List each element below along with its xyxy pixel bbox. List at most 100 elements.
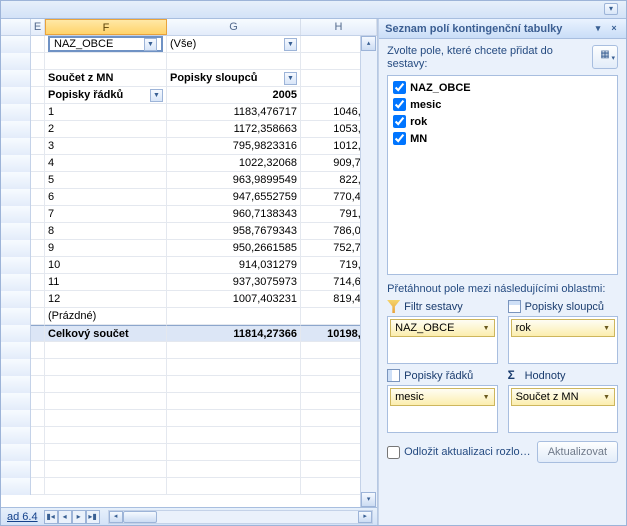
- cell[interactable]: [45, 53, 167, 70]
- zone-row-labels[interactable]: Popisky řádků mesic▼: [387, 368, 497, 433]
- cell[interactable]: [31, 121, 45, 138]
- field-checkbox[interactable]: [393, 115, 406, 128]
- cell[interactable]: 1: [45, 104, 167, 121]
- cell[interactable]: [167, 308, 301, 325]
- cell[interactable]: 9: [45, 240, 167, 257]
- cell[interactable]: 914,031279: [167, 257, 301, 274]
- zone-column-labels[interactable]: Popisky sloupců rok▼: [508, 299, 618, 364]
- cell[interactable]: [31, 410, 45, 427]
- cell[interactable]: [31, 223, 45, 240]
- cell[interactable]: 7: [45, 206, 167, 223]
- cell[interactable]: 1172,358663: [167, 121, 301, 138]
- cell[interactable]: Součet z MN: [45, 70, 167, 87]
- cell[interactable]: 5: [45, 172, 167, 189]
- field-checkbox[interactable]: [393, 81, 406, 94]
- cell[interactable]: 1022,32068: [167, 155, 301, 172]
- cell[interactable]: 1007,403231: [167, 291, 301, 308]
- spreadsheet-grid[interactable]: NAZ_OBCE▼(Vše)▼Součet z MNPopisky sloupc…: [1, 36, 377, 507]
- cell[interactable]: [31, 240, 45, 257]
- cell[interactable]: [167, 410, 301, 427]
- cell[interactable]: [31, 444, 45, 461]
- chip-vals[interactable]: Součet z MN▼: [511, 388, 615, 406]
- field-checkbox[interactable]: [393, 132, 406, 145]
- cell[interactable]: [31, 427, 45, 444]
- pane-close-button[interactable]: ×: [608, 23, 620, 35]
- cell[interactable]: [31, 87, 45, 104]
- cell[interactable]: [167, 427, 301, 444]
- cell[interactable]: [45, 410, 167, 427]
- cell[interactable]: [31, 257, 45, 274]
- cell[interactable]: 12: [45, 291, 167, 308]
- chip-cols[interactable]: rok▼: [511, 319, 615, 337]
- filter-dropdown-button[interactable]: ▼: [144, 38, 157, 51]
- hscroll-thumb[interactable]: [123, 511, 157, 523]
- horizontal-scrollbar[interactable]: ◂ ▸: [108, 510, 374, 524]
- cell[interactable]: (Prázdné): [45, 308, 167, 325]
- cell[interactable]: [45, 461, 167, 478]
- select-all-corner[interactable]: [1, 19, 31, 35]
- field-item[interactable]: MN: [391, 130, 614, 147]
- cell[interactable]: 960,7138343: [167, 206, 301, 223]
- cell[interactable]: [31, 325, 45, 342]
- cell[interactable]: [31, 478, 45, 495]
- cell[interactable]: 11: [45, 274, 167, 291]
- cell[interactable]: [45, 444, 167, 461]
- cell[interactable]: [45, 478, 167, 495]
- cell[interactable]: [31, 308, 45, 325]
- cell[interactable]: [45, 393, 167, 410]
- cell[interactable]: 1183,476717: [167, 104, 301, 121]
- cell[interactable]: [31, 155, 45, 172]
- vertical-scrollbar[interactable]: ▴ ▾: [360, 36, 377, 507]
- field-item[interactable]: mesic: [391, 96, 614, 113]
- defer-update-checkbox[interactable]: Odložit aktualizaci rozlo…: [387, 446, 531, 459]
- tab-prev[interactable]: ◂: [58, 510, 72, 524]
- cell[interactable]: [31, 172, 45, 189]
- cell[interactable]: 10: [45, 257, 167, 274]
- cell[interactable]: 8: [45, 223, 167, 240]
- col-header-h[interactable]: H: [301, 19, 377, 35]
- cell[interactable]: 795,9823316: [167, 138, 301, 155]
- cell[interactable]: 3: [45, 138, 167, 155]
- cell[interactable]: [45, 359, 167, 376]
- pane-menu-button[interactable]: ▾: [592, 23, 604, 35]
- cell[interactable]: [31, 291, 45, 308]
- chip-filter[interactable]: NAZ_OBCE▼: [390, 319, 494, 337]
- cell[interactable]: 4: [45, 155, 167, 172]
- scroll-left[interactable]: ◂: [109, 511, 123, 523]
- cell[interactable]: [31, 359, 45, 376]
- cell[interactable]: 950,2661585: [167, 240, 301, 257]
- cell[interactable]: [31, 206, 45, 223]
- cell[interactable]: [31, 189, 45, 206]
- scroll-down[interactable]: ▾: [361, 492, 376, 507]
- cell[interactable]: Celkový součet: [45, 325, 167, 342]
- cell[interactable]: Popisky sloupců▼: [167, 70, 301, 87]
- sheet-tab[interactable]: ad 6.4: [1, 511, 44, 523]
- cell[interactable]: [167, 342, 301, 359]
- field-item[interactable]: rok: [391, 113, 614, 130]
- cell[interactable]: [31, 138, 45, 155]
- field-checkbox[interactable]: [393, 98, 406, 111]
- cell[interactable]: [45, 427, 167, 444]
- formula-bar-expand[interactable]: ▾: [604, 3, 618, 15]
- cell[interactable]: 2005: [167, 87, 301, 104]
- cell[interactable]: [31, 70, 45, 87]
- cell[interactable]: [167, 376, 301, 393]
- cell[interactable]: Popisky řádků▼: [45, 87, 167, 104]
- cell[interactable]: 937,3075973: [167, 274, 301, 291]
- zone-values[interactable]: ΣHodnoty Součet z MN▼: [508, 368, 618, 433]
- cell[interactable]: [45, 342, 167, 359]
- field-item[interactable]: NAZ_OBCE: [391, 79, 614, 96]
- cell[interactable]: 2: [45, 121, 167, 138]
- filter-dropdown-button[interactable]: ▼: [284, 72, 297, 85]
- col-header-e[interactable]: E: [31, 19, 45, 35]
- defer-update-input[interactable]: [387, 446, 400, 459]
- tab-last[interactable]: ▸▮: [86, 510, 100, 524]
- cell[interactable]: [31, 393, 45, 410]
- cell[interactable]: [31, 461, 45, 478]
- chip-rows[interactable]: mesic▼: [390, 388, 494, 406]
- cell[interactable]: [167, 444, 301, 461]
- cell[interactable]: NAZ_OBCE▼: [45, 36, 167, 53]
- scroll-up[interactable]: ▴: [361, 36, 376, 51]
- cell[interactable]: [167, 393, 301, 410]
- tab-first[interactable]: ▮◂: [44, 510, 58, 524]
